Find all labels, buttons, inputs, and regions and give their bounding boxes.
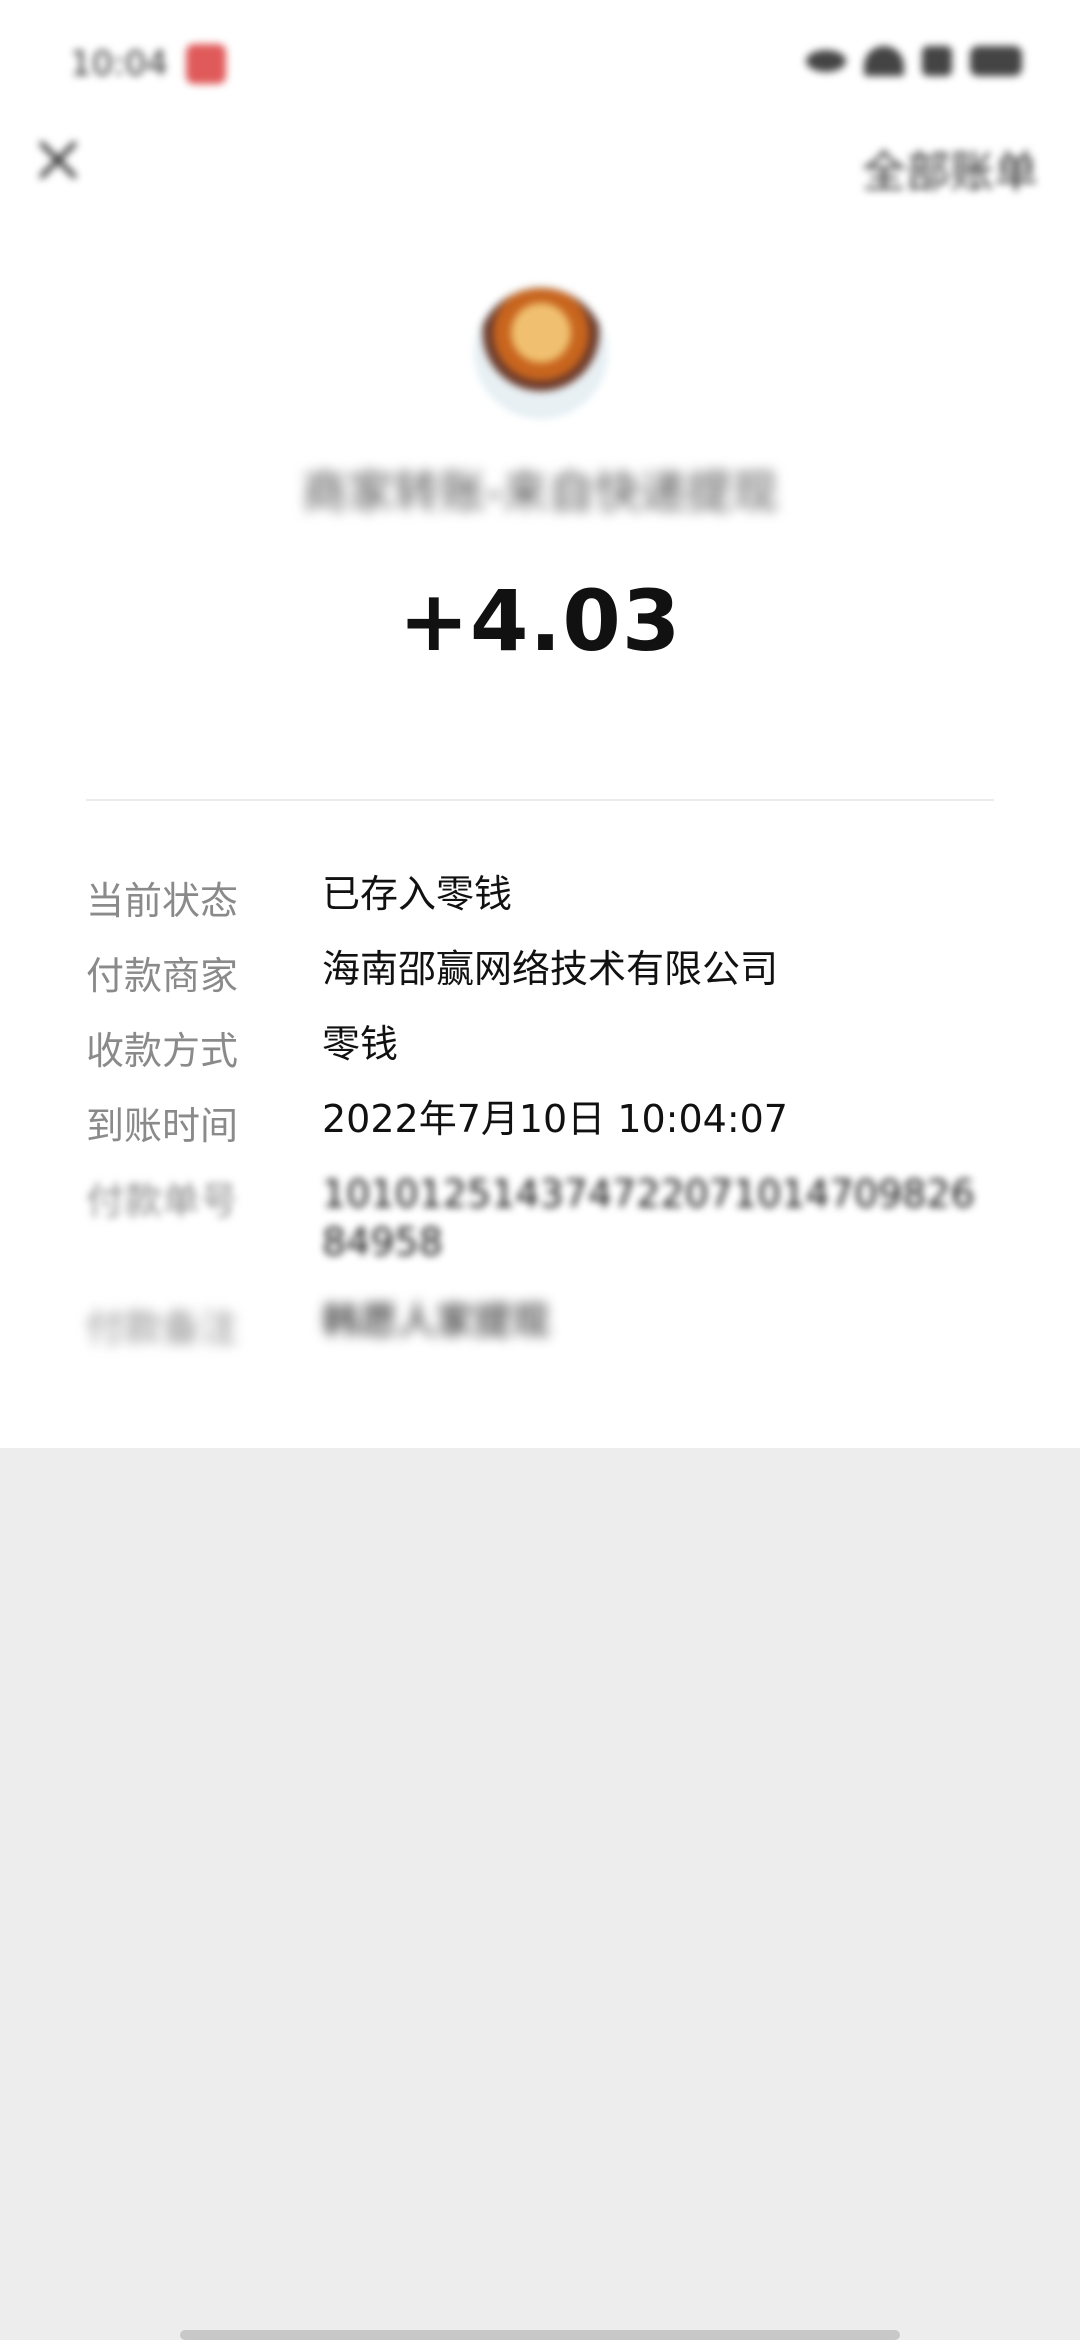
detail-value: 零钱 <box>322 1022 399 1066</box>
detail-label: 付款单号 <box>86 1179 239 1223</box>
eye-icon <box>806 50 846 72</box>
all-bills-link[interactable]: 全部账单 <box>862 136 1038 200</box>
detail-row-time: 到账时间 2022年7月10日 10:04:07 <box>86 1095 1006 1150</box>
transaction-detail-card: 10:04 全部账单 商家转账-来自快递提现 +4.03 当前状态 已存入零钱 … <box>0 0 1080 1448</box>
close-icon <box>39 141 77 179</box>
detail-value: 2022年7月10日 10:04:07 <box>322 1097 788 1141</box>
detail-label: 到账时间 <box>86 1104 239 1148</box>
detail-row-payer: 付款商家 海南邵赢网络技术有限公司 <box>86 945 1006 1000</box>
transaction-amount: +4.03 <box>398 572 682 670</box>
merchant-avatar <box>475 286 607 418</box>
detail-value: 已存入零钱 <box>322 872 513 916</box>
signal-icon <box>922 46 952 76</box>
status-time: 10:04 <box>70 44 168 84</box>
detail-row-method: 收款方式 零钱 <box>86 1020 1006 1075</box>
detail-label: 收款方式 <box>86 1029 239 1073</box>
detail-label: 付款备注 <box>86 1306 239 1350</box>
detail-row-status: 当前状态 已存入零钱 <box>86 870 1006 925</box>
home-indicator <box>180 2330 900 2340</box>
detail-label: 当前状态 <box>86 879 239 923</box>
close-button[interactable] <box>28 130 88 190</box>
status-icons <box>806 46 1022 76</box>
notification-badge-icon <box>186 44 226 84</box>
detail-row-order-number: 付款单号 10101251437472207101470982684958 <box>86 1170 1006 1266</box>
merchant-title: 商家转账-来自快递提现 <box>301 465 779 519</box>
detail-value: 韩愿人家提现 <box>322 1299 551 1343</box>
detail-label: 付款商家 <box>86 954 239 998</box>
detail-value: 海南邵赢网络技术有限公司 <box>322 947 779 991</box>
detail-row-remark: 付款备注 韩愿人家提现 <box>86 1297 1006 1352</box>
detail-value[interactable]: 10101251437472207101470982684958 <box>322 1170 986 1266</box>
wifi-icon <box>864 46 904 76</box>
battery-icon <box>970 46 1022 76</box>
divider <box>86 799 994 801</box>
